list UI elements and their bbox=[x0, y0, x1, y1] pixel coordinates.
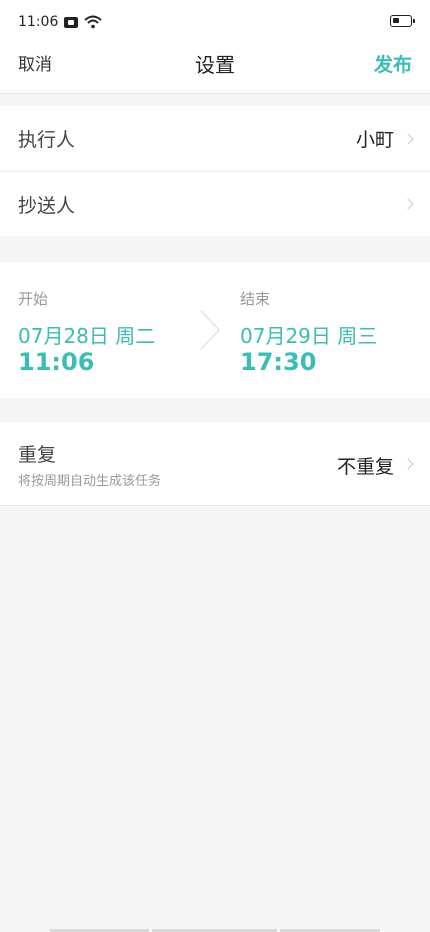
nav-bar: 取消 设置 发布 bbox=[0, 44, 430, 94]
chevron-right-icon bbox=[402, 132, 414, 145]
start-date: 07月28日 周二 bbox=[18, 324, 156, 348]
repeat-row[interactable]: 重复 将按周期自动生成该任务 不重复 bbox=[0, 422, 430, 506]
repeat-value: 不重复 bbox=[336, 456, 394, 478]
cancel-button[interactable]: 取消 bbox=[18, 44, 52, 94]
end-date: 07月29日 周三 bbox=[240, 324, 378, 348]
repeat-subtitle: 将按周期自动生成该任务 bbox=[18, 474, 162, 489]
repeat-label: 重复 bbox=[18, 444, 57, 466]
chevron-right-icon bbox=[402, 198, 414, 210]
executor-row[interactable]: 执行人 小町 bbox=[0, 106, 430, 171]
assignee-card: 执行人 小町 抄送人 bbox=[0, 106, 430, 236]
start-time: 11:06 bbox=[18, 348, 95, 376]
wifi-icon bbox=[84, 15, 103, 29]
page-title: 设置 bbox=[195, 53, 235, 77]
end-caption: 结束 bbox=[240, 290, 271, 308]
time-card: 开始 07月28日 周二 11:06 结束 07月29日 周三 17:30 bbox=[0, 262, 430, 398]
end-time: 17:30 bbox=[240, 348, 317, 376]
arrow-right-icon bbox=[200, 310, 221, 350]
executor-value: 小町 bbox=[355, 129, 394, 151]
message-icon bbox=[64, 16, 79, 28]
cc-label: 抄送人 bbox=[18, 194, 76, 217]
cc-row[interactable]: 抄送人 bbox=[0, 171, 430, 236]
chevron-right-icon bbox=[402, 458, 414, 470]
battery-icon bbox=[390, 15, 415, 27]
status-bar: 11:06 bbox=[0, 0, 430, 44]
publish-button[interactable]: 发布 bbox=[374, 44, 412, 94]
status-time: 11:06 bbox=[18, 14, 59, 30]
executor-label: 执行人 bbox=[18, 129, 76, 151]
start-caption: 开始 bbox=[18, 290, 49, 308]
